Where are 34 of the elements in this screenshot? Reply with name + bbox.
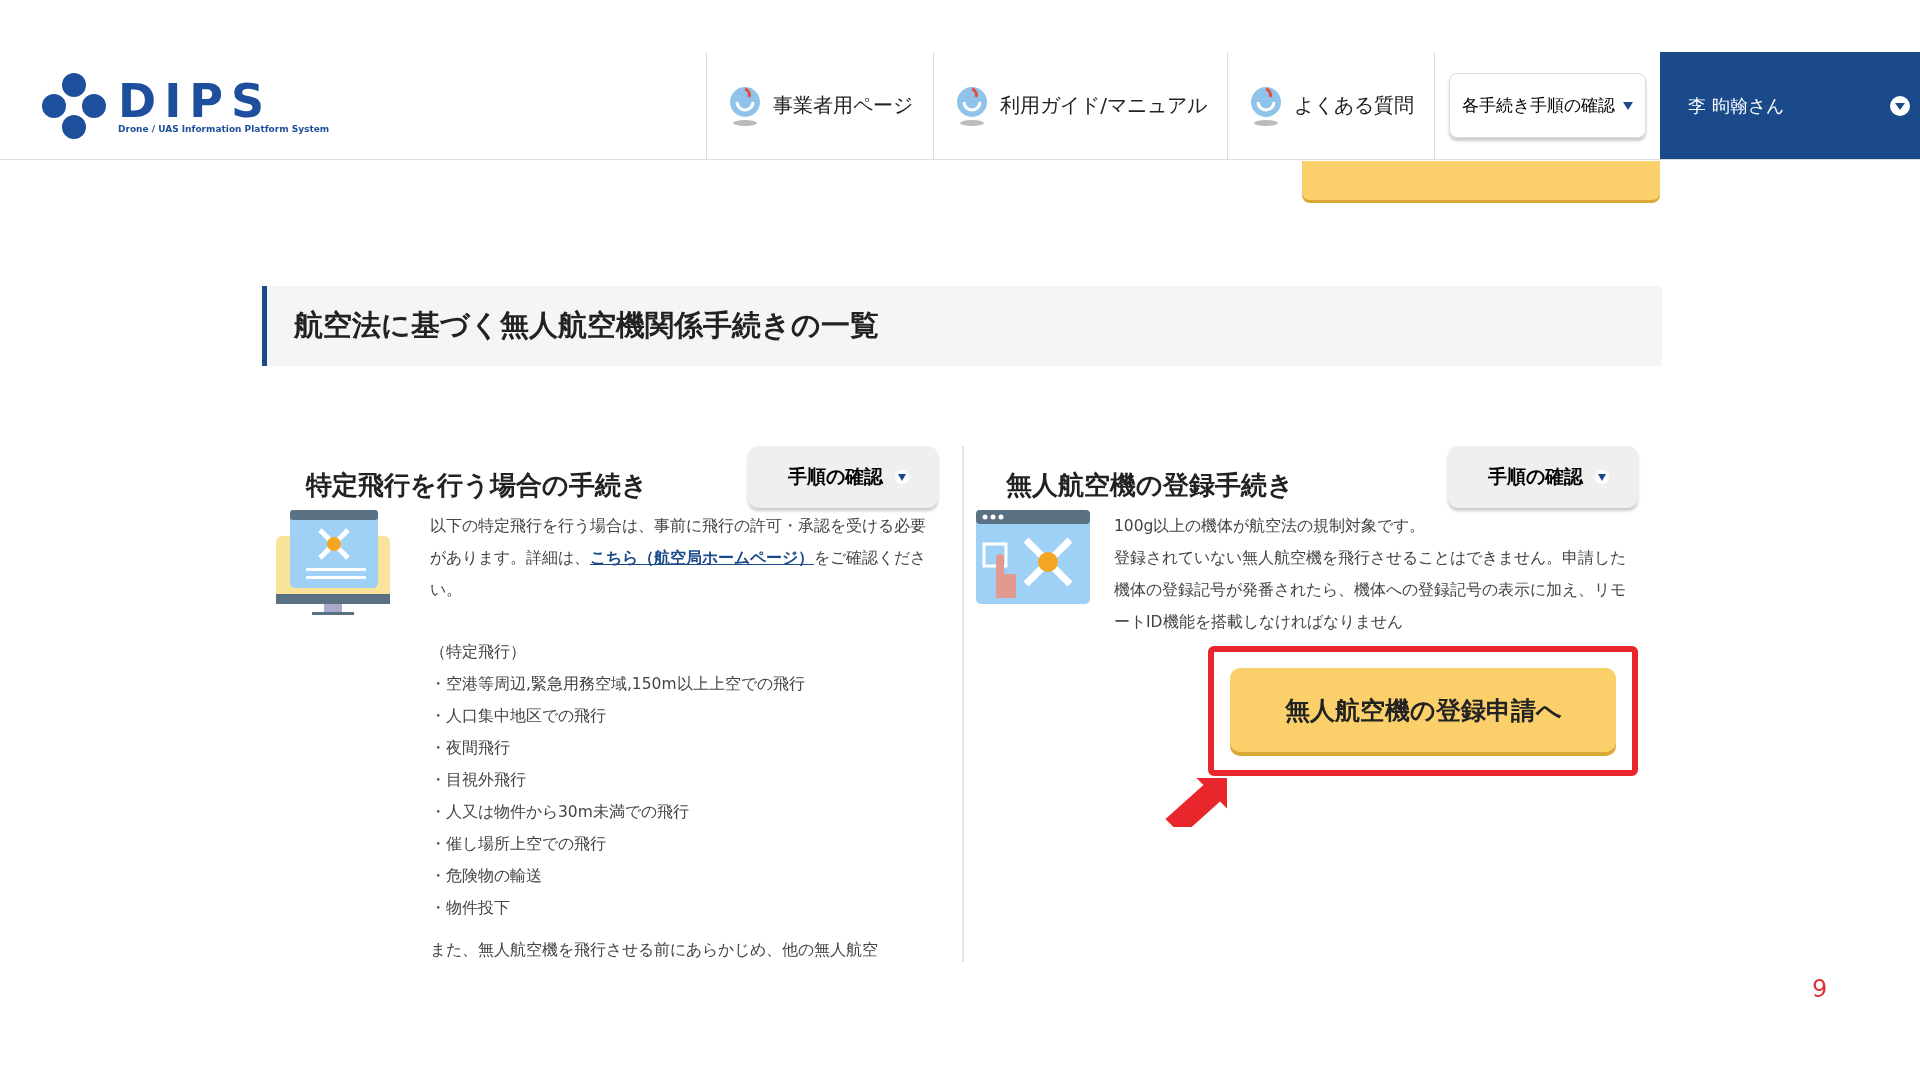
panel-title: 特定飛行を行う場合の手続き <box>306 469 648 502</box>
dropdown-icon <box>1890 95 1910 116</box>
user-menu[interactable]: 李 昫翰さん <box>1660 52 1920 159</box>
logo-icon <box>40 70 108 141</box>
section-title: 航空法に基づく無人航空機関係手続きの一覧 <box>262 286 1662 366</box>
list-item: ・空港等周辺,緊急用務空域,150m以上上空での飛行 <box>430 674 806 695</box>
logo-subtitle: Drone / UAS Information Platform System <box>118 123 330 134</box>
list-item: ・物件投下 <box>430 898 511 919</box>
homepage-link[interactable]: こちら（航空局ホームページ） <box>590 549 814 567</box>
procedure-button[interactable]: 手順の確認 <box>748 446 938 508</box>
nav-link[interactable]: 事業者用ページ <box>706 52 934 159</box>
list-item: ・人又は物件から30m未満での飛行 <box>430 802 690 823</box>
notice-button[interactable] <box>1302 161 1660 200</box>
list-item: ・危険物の輸送 <box>430 866 543 887</box>
description-text: 100g以上の機体が航空法の規制対象です。 <box>1114 516 1427 537</box>
procedure-button[interactable]: 手順の確認 <box>1448 446 1638 508</box>
list-item: ・夜間飛行 <box>430 738 511 759</box>
description-text: 以下の特定飛行を行う場合は、事前に飛行の許可・承認を受ける必要があります。詳細は、こちら（航空局ホームページ）をご確認ください。 <box>430 516 927 601</box>
list-item: ・人口集中地区での飛行 <box>430 706 607 727</box>
list-item: ・催し場所上空での飛行 <box>430 834 607 855</box>
logo-text: DIPS <box>118 77 273 124</box>
nav-link[interactable]: よくある質問 <box>1227 52 1434 159</box>
page-number: 9 <box>1812 975 1828 1003</box>
caret-icon <box>1595 470 1609 484</box>
list-item: ・目視外飛行 <box>430 770 527 791</box>
description-text: 登録されていない無人航空機を飛行させることはできません。申請した機体の登録記号が発番されたら、機体への登録記号の表示に加え、リモートID機能を搭載しなければなりません <box>1114 548 1627 633</box>
panel-title: 無人航空機の登録手続き <box>1006 469 1294 502</box>
procedures-dropdown[interactable]: 各手続き手順の確認 <box>1449 73 1646 138</box>
caret-icon <box>895 470 909 484</box>
emblem-icon <box>1248 84 1284 127</box>
description-text: また、無人航空機を飛行させる前にあらかじめ、他の無人航空 <box>430 940 879 961</box>
list-heading: （特定飛行） <box>430 642 527 663</box>
caret-icon <box>1623 101 1633 110</box>
nav-link[interactable]: 利用ガイド/マニュアル <box>933 52 1227 159</box>
